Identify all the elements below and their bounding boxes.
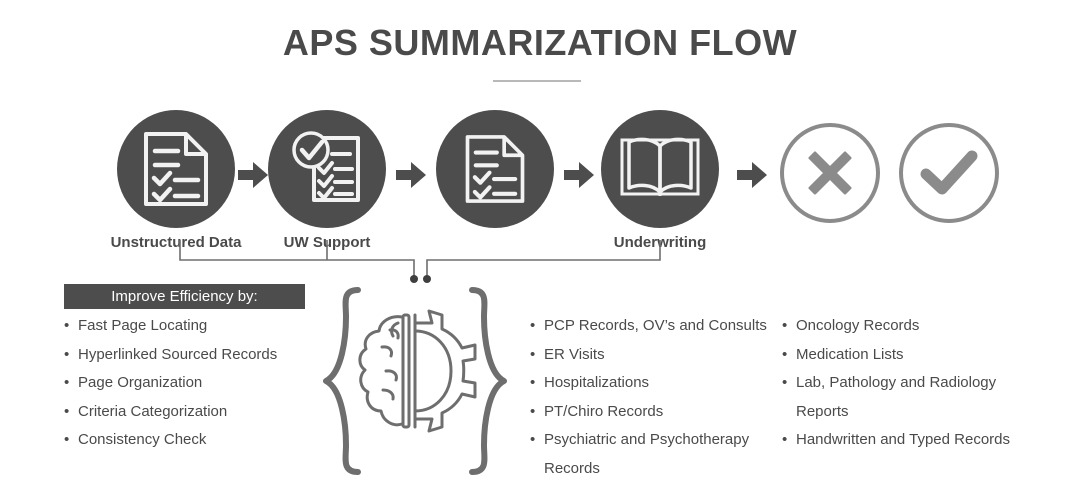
- gear-half-icon: [413, 309, 477, 433]
- arrow-right-icon: [737, 162, 767, 188]
- list-item: Handwritten and Typed Records: [782, 426, 1017, 455]
- flow-step-circle: [117, 110, 235, 228]
- flow-step-circle: [436, 110, 554, 228]
- list-item: Lab, Pathology and Radiology Reports: [782, 369, 1017, 426]
- cross-circle-icon: [808, 151, 852, 195]
- flow-step-ring: [899, 123, 999, 223]
- flow-connectors: [0, 236, 1080, 288]
- improve-efficiency-list: Fast Page Locating Hyperlinked Sourced R…: [64, 312, 334, 455]
- brain-gear-braces-icon: [323, 287, 507, 475]
- list-item: Criteria Categorization: [64, 398, 334, 427]
- brain-gear-divider: [401, 313, 411, 429]
- list-item: PCP Records, OV’s and Consults: [530, 312, 775, 341]
- list-item: Fast Page Locating: [64, 312, 334, 341]
- flow-step-document[interactable]: [436, 110, 554, 228]
- flow-step-reject[interactable]: [771, 110, 889, 228]
- flow-step-uw-support[interactable]: UW Support: [268, 110, 386, 251]
- flow-step-circle: [268, 110, 386, 228]
- list-item: Hyperlinked Sourced Records: [64, 341, 334, 370]
- right-curly-brace: [469, 287, 507, 475]
- list-item: Consistency Check: [64, 426, 334, 455]
- brain-half-icon: [358, 315, 404, 427]
- arrow-right-icon: [396, 162, 426, 188]
- document-checklist-icon: [144, 132, 208, 206]
- ai-processing-block: [320, 285, 520, 485]
- flow-step-circle: [601, 110, 719, 228]
- connector-lines-icon: [179, 240, 661, 283]
- arrow-right-icon: [238, 162, 268, 188]
- flow-step-approve[interactable]: [890, 110, 1008, 228]
- left-curly-brace: [323, 287, 361, 475]
- document-checklist-icon: [465, 135, 525, 203]
- flow-step-underwriting[interactable]: Underwriting: [601, 110, 719, 251]
- open-book-icon: [620, 137, 700, 196]
- flow-step-ring: [780, 123, 880, 223]
- records-column-2: Oncology Records Medication Lists Lab, P…: [782, 312, 1017, 455]
- list-item: Oncology Records: [782, 312, 1017, 341]
- improve-efficiency-heading: Improve Efficiency by:: [64, 284, 305, 309]
- page-title: APS SUMMARIZATION FLOW: [282, 22, 798, 63]
- list-item: Hospitalizations: [530, 369, 775, 398]
- title-divider: [493, 80, 581, 82]
- flow-row: Unstructured Data UW Support Underwritin…: [0, 110, 1080, 251]
- check-circle-icon: [920, 150, 978, 195]
- list-item: Page Organization: [64, 369, 334, 398]
- list-item: ER Visits: [530, 341, 775, 370]
- diagram-canvas: APS SUMMARIZATION FLOW Unstructured Data: [0, 0, 1080, 500]
- records-column-1: PCP Records, OV’s and Consults ER Visits…: [530, 312, 775, 483]
- connector-dot: [423, 275, 431, 283]
- flow-step-unstructured-data[interactable]: Unstructured Data: [111, 110, 241, 251]
- checklist-approved-icon: [292, 131, 360, 202]
- connector-dot: [410, 275, 418, 283]
- arrow-right-icon: [564, 162, 594, 188]
- list-item: PT/Chiro Records: [530, 398, 775, 427]
- list-item: Medication Lists: [782, 341, 1017, 370]
- list-item: Psychiatric and Psychotherapy Records: [530, 426, 775, 483]
